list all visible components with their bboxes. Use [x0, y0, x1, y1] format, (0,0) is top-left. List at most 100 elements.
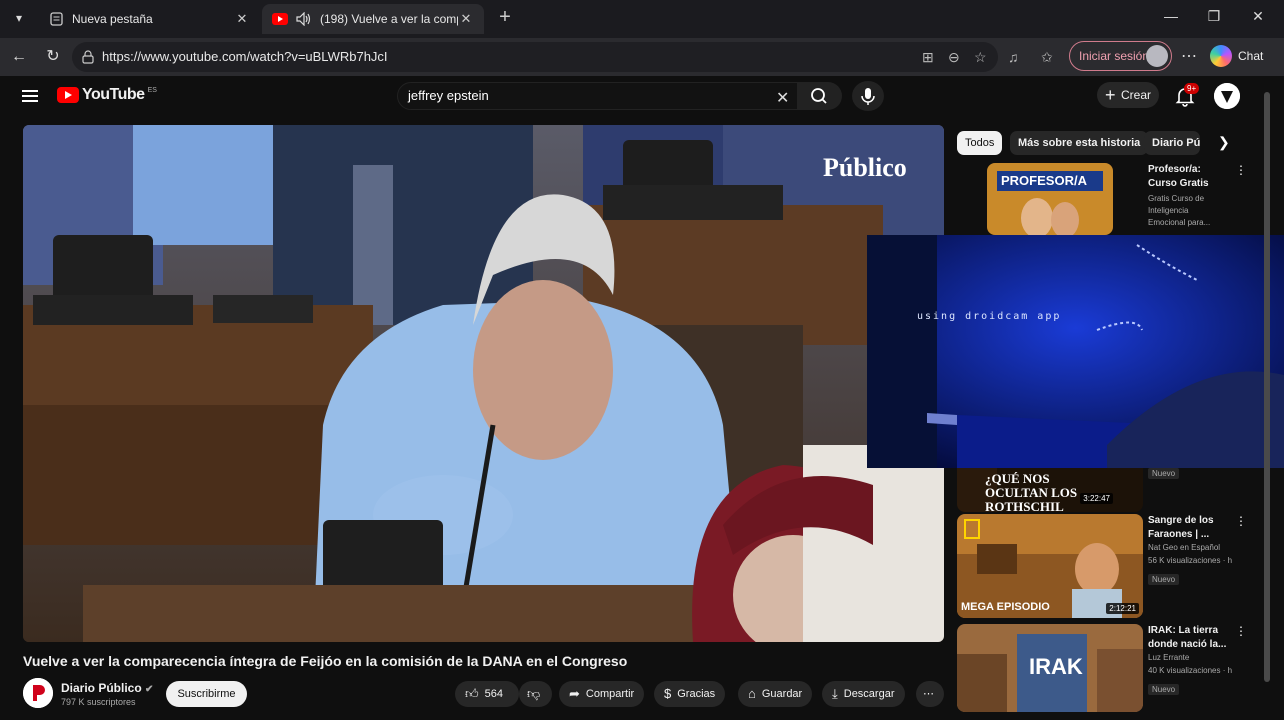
video-thumbnail[interactable]: ¿QUÉ NOS OCULTAN LOS ROTHSCHIL 3:22:47 [957, 468, 1143, 512]
share-button[interactable]: ➦ Compartir [559, 681, 645, 707]
restore-icon[interactable]: ❐ [1194, 8, 1234, 25]
video-thumbnail[interactable]: MEGA EPISODIO 2:12:21 [957, 514, 1143, 618]
favorites-icon[interactable]: ✩ [1041, 49, 1053, 66]
search-button[interactable] [798, 82, 842, 110]
new-tab-plus-icon[interactable]: + [494, 7, 516, 29]
search-input[interactable]: jeffrey epstein [397, 82, 798, 110]
more-vert-icon[interactable]: ⋮ [1235, 514, 1247, 528]
duration-badge: 3:22:47 [1080, 493, 1113, 504]
copilot-icon [1210, 45, 1232, 67]
video-thumbnail[interactable]: PROFESOR/A [987, 163, 1113, 235]
tab-label: Nueva pestaña [72, 12, 153, 26]
new-badge: Nuevo [1148, 468, 1180, 479]
channel-name-text: Diario Público [61, 681, 142, 695]
dislike-button[interactable]: 👎︎ [519, 681, 552, 707]
reco-views: 40 K visualizaciones · h [1148, 666, 1233, 675]
speaker-icon[interactable] [296, 11, 312, 27]
video-thumbnail[interactable]: IRAK [957, 624, 1143, 712]
thumbs-up-icon: 👍︎ [465, 686, 479, 701]
chat-label: Chat [1238, 49, 1264, 63]
window-close-icon[interactable]: ✕ [1238, 8, 1278, 25]
scrollbar-thumb[interactable] [1264, 92, 1270, 682]
video-frame-scene [23, 125, 944, 642]
thumbnail-text: IRAK [1029, 654, 1083, 679]
search-value: jeffrey epstein [408, 88, 489, 103]
youtube-play-icon [57, 87, 79, 103]
refresh-icon[interactable]: ↻ [42, 47, 64, 69]
list-item[interactable]: PROFESOR/A Profesor/a: Curso Gratis Grat… [957, 163, 1257, 235]
youtube-logo[interactable]: YouTube ES [57, 86, 157, 104]
more-vert-icon[interactable]: ⋮ [1235, 624, 1247, 638]
share-label: Compartir [585, 688, 635, 700]
new-badge: Nuevo [1148, 574, 1180, 585]
create-button[interactable]: + Crear [1097, 82, 1159, 108]
clear-search-icon[interactable]: ✕ [776, 88, 789, 108]
profile-avatar-icon [1146, 45, 1168, 67]
url-field[interactable]: https://www.youtube.com/watch?v=uBLWRb7h… [72, 42, 998, 72]
youtube-wordmark: YouTube [82, 86, 145, 103]
youtube-header: YouTube ES jeffrey epstein ✕ + Crear 9+ [0, 76, 1284, 122]
save-button[interactable]: ⌂ Guardar [738, 681, 813, 707]
like-button[interactable]: 👍︎ 564 [455, 681, 519, 707]
thumbs-down-icon: 👎︎ [527, 686, 541, 701]
reco-views: 56 K visualizaciones · h [1148, 556, 1233, 565]
settings-more-icon[interactable]: ⋯ [1181, 46, 1197, 66]
channel-watermark: Público [823, 153, 907, 182]
plus-icon: + [1105, 85, 1116, 105]
reco-channel: Gratis Curso de Inteligencia Emocional p… [1148, 194, 1211, 227]
reco-title: Sangre de los Faraones | ... [1148, 515, 1214, 540]
account-avatar[interactable] [1214, 83, 1240, 109]
browser-tab-bar: ▾ Nueva pestaña ✕ (198) Vuelve a ver la … [0, 0, 1284, 38]
bookmark-icon: ⌂ [748, 686, 756, 701]
download-label: Descargar [843, 688, 895, 700]
reco-title: Profesor/a: Curso Gratis [1148, 164, 1209, 189]
copilot-chat-button[interactable]: Chat [1210, 43, 1263, 69]
more-vert-icon[interactable]: ⋮ [1235, 163, 1247, 177]
chip-channel[interactable]: Diario Púb [1144, 131, 1200, 155]
more-actions-button[interactable]: ⋯ [916, 681, 944, 707]
thumbnail-text: ¿QUÉ NOS OCULTAN LOS ROTHSCHIL [985, 471, 1078, 513]
video-player[interactable]: Público [23, 125, 944, 642]
more-dots-icon: ⋯ [923, 688, 934, 700]
chevron-right-icon[interactable]: ❯ [1218, 134, 1230, 151]
channel-name[interactable]: Diario Público ✔ [61, 681, 153, 695]
favorite-star-icon[interactable]: ☆ [974, 49, 987, 66]
duration-badge: 2:12:21 [1106, 603, 1139, 614]
thanks-icon: $ [664, 686, 672, 701]
page-icon [48, 11, 64, 27]
tab-youtube-video[interactable]: (198) Vuelve a ver la compare ✕ [262, 4, 484, 34]
list-item[interactable]: ¿QUÉ NOS OCULTAN LOS ROTHSCHIL 3:22:47 N… [957, 468, 1257, 512]
video-title: Vuelve a ver la comparecencia íntegra de… [23, 653, 628, 669]
menu-hamburger-icon[interactable] [22, 88, 38, 104]
subscribe-button[interactable]: Suscribirme [166, 681, 247, 707]
thanks-button[interactable]: $ Gracias [654, 681, 726, 707]
share-arrow-icon: ➦ [569, 686, 580, 701]
app-available-icon[interactable]: ⊞ [922, 49, 934, 66]
back-arrow-icon[interactable]: ← [8, 47, 30, 69]
sign-in-button[interactable]: Iniciar sesión [1069, 41, 1172, 71]
thumbnail-text: MEGA EPISODIO [961, 601, 1050, 613]
channel-avatar[interactable] [23, 678, 53, 708]
download-button[interactable]: ⤓ Descargar [822, 681, 905, 707]
webcam-watermark: using droidcam app [917, 311, 1062, 322]
media-control-icon[interactable]: ♫ [1008, 49, 1019, 65]
thumbnail-text: PROFESOR/A [1001, 173, 1087, 188]
verified-check-icon: ✔ [145, 684, 154, 695]
youtube-favicon-icon [272, 11, 288, 27]
list-item[interactable]: MEGA EPISODIO 2:12:21 Sangre de los Fara… [957, 514, 1257, 618]
close-icon[interactable]: ✕ [234, 11, 250, 27]
zoom-icon[interactable]: ⊖ [948, 49, 960, 66]
minimize-icon[interactable]: — [1151, 8, 1191, 24]
list-item[interactable]: IRAK IRAK: La tierra donde nació la... L… [957, 624, 1257, 714]
webcam-scene [867, 235, 1284, 468]
microphone-icon [861, 88, 875, 105]
voice-search-button[interactable] [852, 81, 884, 111]
tab-actions-menu-icon[interactable]: ▾ [8, 7, 30, 29]
like-count: 564 [484, 688, 503, 700]
chip-more-story[interactable]: Más sobre esta historia [1010, 131, 1149, 155]
close-icon[interactable]: ✕ [458, 11, 474, 27]
tab-new-tab[interactable]: Nueva pestaña ✕ [38, 4, 260, 34]
chip-all[interactable]: Todos [957, 131, 1003, 155]
site-info-icon[interactable] [82, 50, 94, 64]
reco-title: IRAK: La tierra donde nació la... [1148, 625, 1227, 650]
